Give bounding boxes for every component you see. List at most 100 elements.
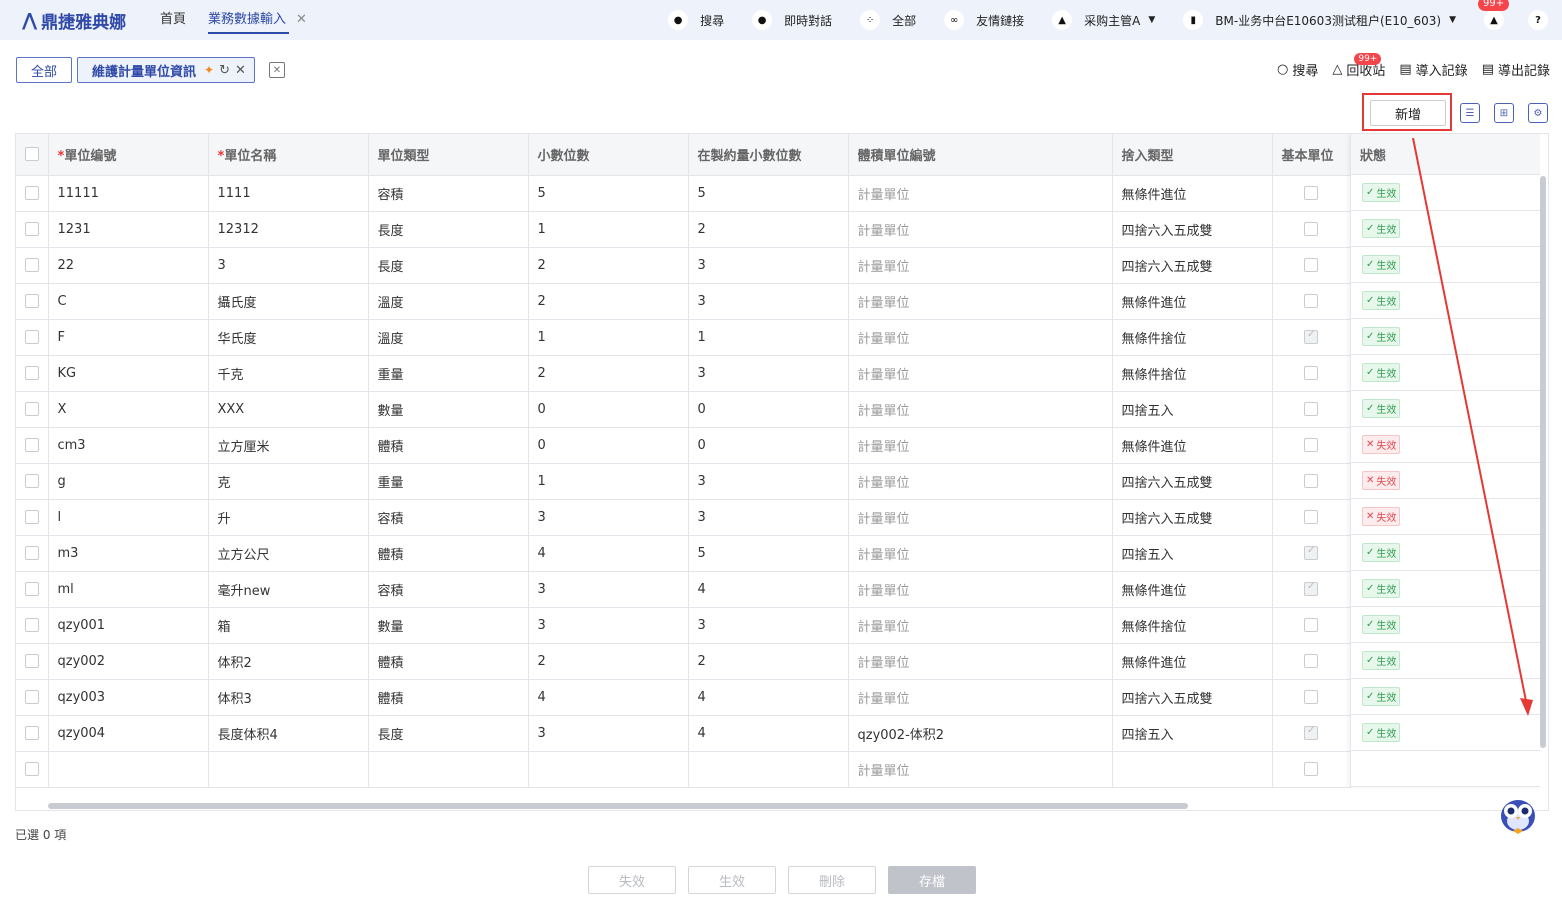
cell-unit-name[interactable]: 3: [208, 247, 369, 284]
cell-decimals[interactable]: 4: [528, 535, 689, 572]
col-header-status[interactable]: 狀態: [1351, 134, 1540, 175]
row-checkbox[interactable]: [16, 355, 49, 392]
cell-basic-unit[interactable]: [1272, 535, 1351, 572]
table-row[interactable]: qzy001 箱數量 3 3 計量單位 無條件捨位: [16, 607, 1351, 644]
cell-basic-unit[interactable]: [1272, 283, 1351, 320]
cell-wip-decimals[interactable]: 0: [688, 391, 849, 428]
cell-rounding[interactable]: 四捨五入: [1112, 391, 1273, 428]
cell-unit-code[interactable]: 1231: [48, 211, 209, 248]
col-header-rounding[interactable]: 捨入類型: [1112, 134, 1273, 176]
cell-wip-decimals[interactable]: 3: [688, 283, 849, 320]
cell-decimals[interactable]: [528, 751, 689, 788]
cell-volume-unit[interactable]: 計量單位: [848, 463, 1113, 500]
cell-unit-code[interactable]: 11111: [48, 175, 209, 212]
cell-unit-type[interactable]: 長度: [368, 715, 529, 752]
add-button[interactable]: 新增: [1370, 100, 1446, 126]
cell-unit-type[interactable]: 容積: [368, 175, 529, 212]
cell-decimals[interactable]: 1: [528, 463, 689, 500]
basic-unit-checkbox[interactable]: [1304, 581, 1318, 596]
cell-decimals[interactable]: 3: [528, 607, 689, 644]
cell-volume-unit[interactable]: qzy002-体积2: [848, 715, 1113, 752]
cell-unit-type[interactable]: 體積: [368, 535, 529, 572]
nav-home[interactable]: 首頁: [160, 0, 186, 40]
cell-volume-unit[interactable]: 計量單位: [848, 355, 1113, 392]
col-header-volume-unit[interactable]: 體積單位編號: [848, 134, 1113, 176]
assistant-owl-icon[interactable]: [1497, 793, 1539, 835]
row-checkbox[interactable]: [16, 715, 49, 752]
cell-unit-code[interactable]: [48, 751, 209, 788]
table-row[interactable]: qzy003 体积3 體積 4 4 計量單位 四捨六入五成雙: [16, 679, 1351, 716]
cell-rounding[interactable]: 無條件捨位: [1112, 607, 1273, 644]
cell-decimals[interactable]: 3: [528, 715, 689, 752]
row-checkbox[interactable]: [16, 607, 49, 644]
cell-unit-type[interactable]: 容積: [368, 571, 529, 608]
select-all-checkbox[interactable]: [16, 134, 49, 176]
row-checkbox[interactable]: [16, 751, 49, 788]
basic-unit-checkbox[interactable]: [1304, 329, 1318, 344]
cell-wip-decimals[interactable]: 4: [688, 715, 849, 752]
table-row[interactable]: KG 千克 重量 2 3 計量單位 無條件捨位: [16, 355, 1351, 392]
basic-unit-checkbox[interactable]: [1304, 510, 1318, 524]
cell-wip-decimals[interactable]: 1: [688, 319, 849, 356]
row-checkbox[interactable]: [16, 499, 49, 536]
cell-unit-name[interactable]: 克: [208, 463, 369, 500]
cell-rounding[interactable]: 無條件進位: [1112, 571, 1273, 608]
cell-unit-name[interactable]: 長度体积4: [208, 715, 369, 752]
cell-volume-unit[interactable]: 計量單位: [848, 319, 1113, 356]
cell-wip-decimals[interactable]: 3: [688, 463, 849, 500]
user-menu[interactable]: ▲ 采购主管A ▼: [1052, 10, 1155, 30]
cell-unit-type[interactable]: 體積: [368, 643, 529, 680]
cell-basic-unit[interactable]: [1272, 463, 1351, 500]
top-search[interactable]: ● 搜尋: [668, 10, 724, 30]
cell-decimals[interactable]: 1: [528, 319, 689, 356]
cell-decimals[interactable]: 2: [528, 247, 689, 284]
cell-unit-name[interactable]: [208, 751, 369, 788]
cell-wip-decimals[interactable]: 4: [688, 679, 849, 716]
cell-basic-unit[interactable]: [1272, 355, 1351, 392]
cell-volume-unit[interactable]: 計量單位: [848, 283, 1113, 320]
cell-unit-name[interactable]: 体积2: [208, 643, 369, 680]
cell-unit-code[interactable]: cm3: [48, 427, 209, 464]
cell-rounding[interactable]: 四捨五入: [1112, 715, 1273, 752]
table-row[interactable]: 1231 12312 長度 1 2 計量單位 四捨六入五成雙: [16, 211, 1351, 248]
top-links[interactable]: ∞ 友情鏈接: [944, 10, 1024, 30]
cell-unit-name[interactable]: 12312: [208, 211, 369, 248]
refresh-icon[interactable]: ↻: [219, 63, 230, 78]
table-row[interactable]: 22 3 長度 2 3 計量單位 四捨六入五成雙: [16, 247, 1351, 284]
cell-unit-code[interactable]: g: [48, 463, 209, 500]
row-checkbox[interactable]: [16, 247, 49, 284]
cell-decimals[interactable]: 0: [528, 427, 689, 464]
horizontal-scrollbar[interactable]: [48, 803, 1188, 809]
row-checkbox[interactable]: [16, 571, 49, 608]
cell-unit-name[interactable]: 升: [208, 499, 369, 536]
cell-unit-name[interactable]: 立方厘米: [208, 427, 369, 464]
cell-decimals[interactable]: 2: [528, 643, 689, 680]
cell-rounding[interactable]: 四捨五入: [1112, 535, 1273, 572]
cell-unit-code[interactable]: qzy002: [48, 643, 209, 680]
cell-rounding[interactable]: 無條件進位: [1112, 643, 1273, 680]
cell-unit-name[interactable]: 华氏度: [208, 319, 369, 356]
cell-unit-name[interactable]: 毫升new: [208, 571, 369, 608]
cell-volume-unit[interactable]: 計量單位: [848, 175, 1113, 212]
cell-unit-code[interactable]: l: [48, 499, 209, 536]
column-settings-icon[interactable]: ☰: [1460, 103, 1480, 123]
cell-wip-decimals[interactable]: [688, 751, 849, 788]
cell-basic-unit[interactable]: [1272, 319, 1351, 356]
cell-unit-type[interactable]: 數量: [368, 391, 529, 428]
filter-icon[interactable]: ⊞: [1494, 103, 1514, 123]
cell-wip-decimals[interactable]: 0: [688, 427, 849, 464]
cell-rounding[interactable]: 四捨六入五成雙: [1112, 463, 1273, 500]
disable-button[interactable]: 失效: [588, 866, 676, 894]
cell-volume-unit[interactable]: 計量單位: [848, 535, 1113, 572]
row-checkbox[interactable]: [16, 319, 49, 356]
cell-volume-unit[interactable]: 計量單位: [848, 571, 1113, 608]
app-logo[interactable]: ⋀ 鼎捷雅典娜: [22, 8, 160, 33]
cell-volume-unit[interactable]: 計量單位: [848, 391, 1113, 428]
cell-wip-decimals[interactable]: 5: [688, 535, 849, 572]
cell-volume-unit[interactable]: 計量單位: [848, 499, 1113, 536]
row-checkbox[interactable]: [16, 535, 49, 572]
pin-icon[interactable]: ✦: [204, 63, 214, 77]
basic-unit-checkbox[interactable]: [1304, 402, 1318, 416]
cell-unit-code[interactable]: 22: [48, 247, 209, 284]
table-row[interactable]: l 升容積 3 3 計量單位 四捨六入五成雙: [16, 499, 1351, 536]
